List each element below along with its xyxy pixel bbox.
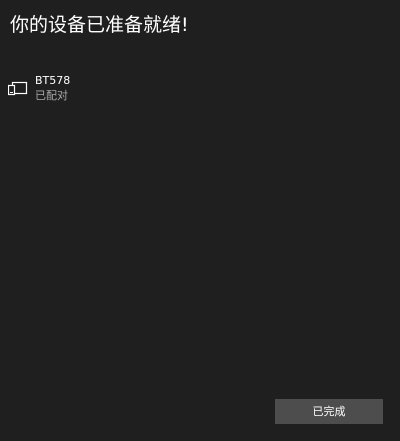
device-icon [8,81,28,96]
device-item: BT578 已配对 [8,74,70,103]
device-text: BT578 已配对 [35,74,70,103]
dialog-title: 你的设备已准备就绪! [10,14,189,36]
device-status: 已配对 [35,89,68,102]
done-button[interactable]: 已完成 [275,399,383,424]
device-name: BT578 [35,74,71,87]
